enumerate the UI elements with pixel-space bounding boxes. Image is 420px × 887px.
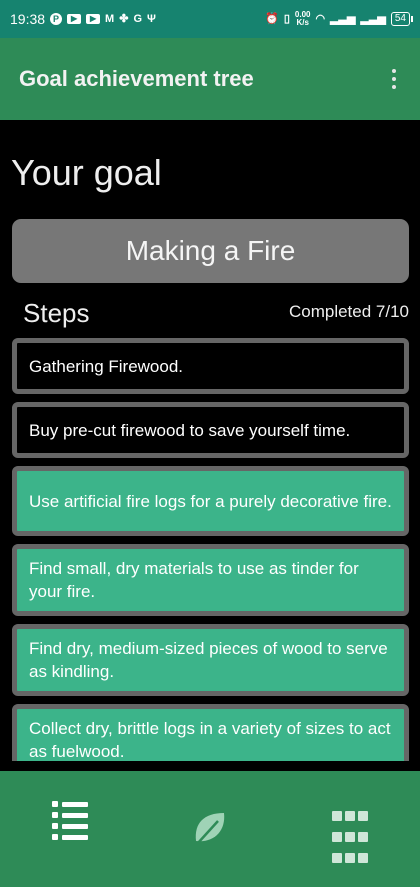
- step-item[interactable]: Find small, dry materials to use as tind…: [12, 544, 409, 616]
- goal-card[interactable]: Making a Fire: [12, 219, 409, 283]
- youtube-icon: ▶: [86, 14, 101, 24]
- leaf-icon: [195, 813, 225, 844]
- step-text: Buy pre-cut firewood to save yourself ti…: [29, 420, 351, 440]
- step-item[interactable]: Buy pre-cut firewood to save yourself ti…: [12, 402, 409, 458]
- nav-tree[interactable]: [170, 771, 250, 871]
- wifi-icon: ◠: [315, 12, 326, 25]
- step-list[interactable]: Gathering Firewood. Buy pre-cut firewood…: [12, 338, 409, 761]
- step-text: Find small, dry materials to use as tind…: [29, 559, 359, 601]
- google-icon: G: [133, 12, 142, 25]
- step-item[interactable]: Collect dry, brittle logs in a variety o…: [12, 704, 409, 761]
- nav-apps[interactable]: [310, 771, 390, 871]
- grid-icon: [332, 811, 368, 871]
- pinwheel-icon: ✤: [119, 12, 129, 25]
- app-notification-icon: P: [50, 13, 63, 25]
- app-title: Goal achievement tree: [19, 66, 254, 91]
- status-left: 19:38 P ▶ ▶ M ✤ G Ψ: [10, 11, 156, 27]
- step-text: Collect dry, brittle logs in a variety o…: [29, 719, 391, 761]
- goal-name: Making a Fire: [125, 235, 296, 266]
- list-icon: [52, 801, 88, 871]
- youtube-icon: ▶: [67, 14, 82, 24]
- alarm-icon: ⏰: [265, 12, 279, 25]
- signal-icon: ▂▃▅: [330, 12, 356, 25]
- step-text: Find dry, medium-sized pieces of wood to…: [29, 639, 388, 681]
- goal-heading: Your goal: [11, 152, 162, 193]
- step-item[interactable]: Gathering Firewood.: [12, 338, 409, 394]
- bottom-nav: [0, 771, 420, 887]
- gmail-icon: M: [105, 12, 115, 25]
- status-time: 19:38: [10, 11, 46, 27]
- step-item[interactable]: Use artificial fire logs for a purely de…: [12, 466, 409, 536]
- battery-level: 54: [394, 13, 406, 24]
- step-text: Gathering Firewood.: [29, 356, 184, 376]
- status-bar: 19:38 P ▶ ▶ M ✤ G Ψ ⏰ ▯ 0.00 K/s ◠ ▂▃▅ ▂…: [0, 0, 420, 38]
- signal-icon: ▂▃▅: [360, 12, 386, 25]
- completed-count: Completed 7/10: [288, 302, 409, 321]
- status-right: ⏰ ▯ 0.00 K/s ◠ ▂▃▅ ▂▃▅ 54: [265, 11, 414, 27]
- battery-icon: 54: [390, 12, 414, 26]
- step-item[interactable]: Find dry, medium-sized pieces of wood to…: [12, 624, 409, 696]
- vibrate-icon: ▯: [283, 12, 290, 25]
- step-text: Use artificial fire logs for a purely de…: [29, 491, 392, 511]
- app-bar: Goal achievement tree: [0, 38, 420, 120]
- steps-label: Steps: [23, 298, 90, 328]
- nav-list[interactable]: [30, 771, 110, 871]
- usb-icon: Ψ: [147, 12, 156, 25]
- speed-unit: K/s: [296, 18, 309, 27]
- network-speed: 0.00 K/s: [295, 11, 311, 27]
- more-vert-icon[interactable]: [386, 63, 402, 95]
